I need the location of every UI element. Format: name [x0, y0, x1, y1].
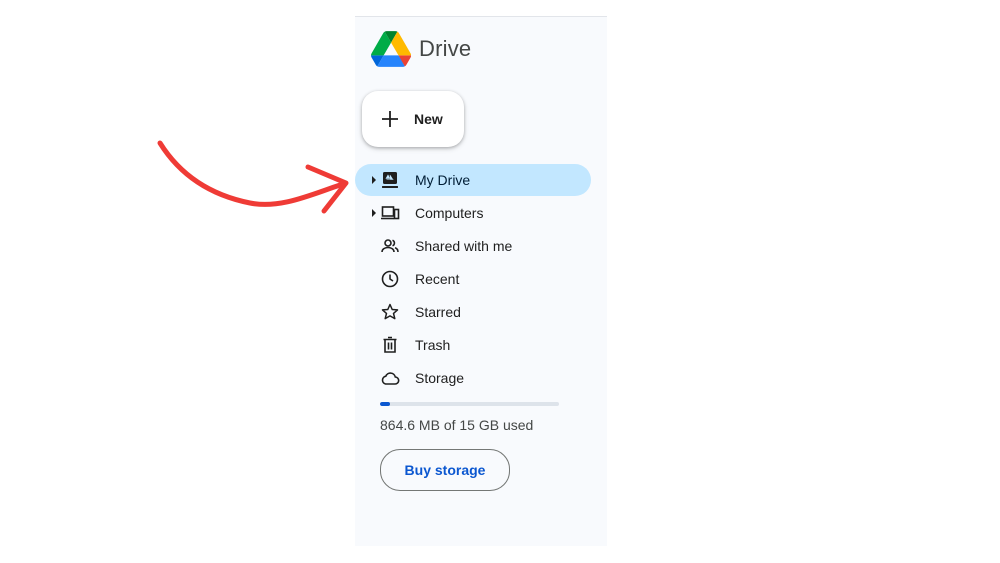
new-button[interactable]: New	[362, 91, 464, 147]
sidebar-item-storage[interactable]: Storage	[355, 362, 607, 394]
drive-sidebar: Drive New My Drive Computers Shared with…	[355, 16, 607, 546]
expand-caret-icon[interactable]	[371, 209, 377, 217]
expand-caret-icon[interactable]	[371, 176, 377, 184]
buy-storage-button[interactable]: Buy storage	[380, 449, 510, 491]
sidebar-nav: My Drive Computers Shared with me Recent…	[355, 164, 607, 395]
sidebar-item-recent[interactable]: Recent	[355, 263, 607, 295]
sidebar-item-label: Shared with me	[415, 238, 513, 254]
sidebar-item-computers[interactable]: Computers	[355, 197, 607, 229]
sidebar-item-label: My Drive	[415, 172, 471, 188]
sidebar-item-shared-with-me[interactable]: Shared with me	[355, 230, 607, 262]
sidebar-item-my-drive[interactable]: My Drive	[355, 164, 591, 196]
star-icon	[381, 303, 399, 320]
plus-icon	[382, 111, 398, 127]
shared-icon	[381, 239, 399, 253]
storage-usage-text: 864.6 MB of 15 GB used	[380, 417, 534, 433]
new-button-label: New	[414, 111, 443, 127]
my-drive-icon	[382, 172, 398, 188]
storage-usage-fill	[380, 402, 391, 406]
storage-usage-bar	[380, 402, 559, 406]
sidebar-item-label: Starred	[415, 304, 461, 320]
sidebar-item-label: Trash	[415, 337, 451, 353]
sidebar-item-label: Computers	[415, 205, 484, 221]
sidebar-item-starred[interactable]: Starred	[355, 296, 607, 328]
annotation-arrow-icon	[157, 140, 349, 214]
drive-logo[interactable]: Drive	[371, 31, 471, 67]
drive-logo-icon	[371, 31, 411, 67]
cloud-icon	[381, 372, 400, 385]
clock-icon	[381, 270, 399, 288]
trash-icon	[383, 336, 397, 353]
computers-icon	[381, 206, 400, 220]
sidebar-item-trash[interactable]: Trash	[355, 329, 607, 361]
sidebar-item-label: Recent	[415, 271, 460, 287]
sidebar-item-label: Storage	[415, 370, 465, 386]
app-name: Drive	[419, 36, 472, 61]
